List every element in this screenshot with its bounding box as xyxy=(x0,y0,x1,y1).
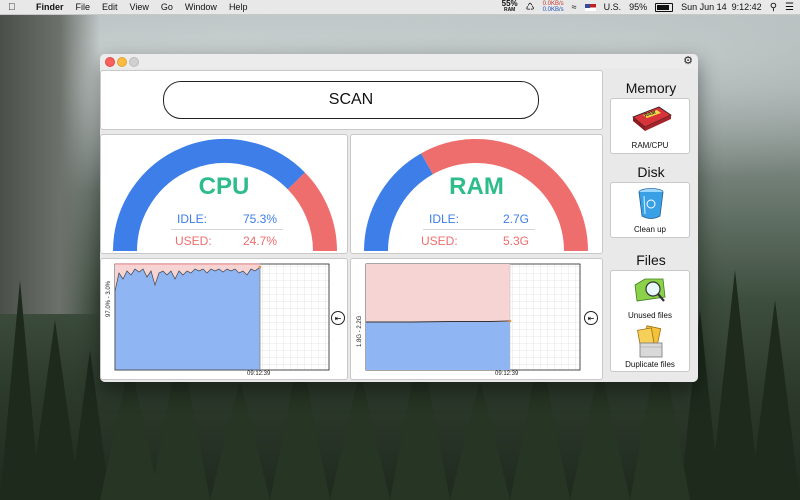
ram-label: RAM xyxy=(503,7,516,13)
clean-up-tool-button[interactable]: Clean up xyxy=(610,182,690,238)
status-area: 55% RAM ♺ 0.0KB/s 0.0KB/s ≈ U.S. 95% Sun… xyxy=(502,0,794,14)
unused-files-label[interactable]: Unused files xyxy=(611,311,689,320)
menu-bar:  Finder File Edit View Go Window Help 5… xyxy=(0,0,800,15)
scan-button[interactable]: SCAN xyxy=(163,81,539,119)
ram-history-panel: 1.8G - 2.2G 09:12:39 ⇤ xyxy=(350,258,603,380)
cpu-idle-label: IDLE: xyxy=(177,212,208,226)
zoom-window-button[interactable] xyxy=(129,57,139,67)
ram-used-value: 5.3G xyxy=(503,234,530,248)
menu-help[interactable]: Help xyxy=(229,2,248,12)
scan-panel: SCAN xyxy=(100,70,603,130)
ram-history-graph xyxy=(365,263,581,371)
unused-files-icon[interactable] xyxy=(633,275,667,305)
recycle-icon[interactable]: ♺ xyxy=(526,2,535,13)
duplicate-files-icon[interactable] xyxy=(635,325,667,359)
ram-title: RAM xyxy=(449,173,504,200)
cpu-graph-idle-series xyxy=(114,266,261,371)
notification-center-icon[interactable]: ☰ xyxy=(785,2,794,13)
tools-sidebar: Memory RAM RAM/CPU Disk Clean up Files U… xyxy=(606,70,696,380)
battery-icon[interactable] xyxy=(655,2,674,12)
memory-section-title: Memory xyxy=(625,80,677,96)
ram-cpu-tool-button[interactable]: RAM RAM/CPU xyxy=(610,98,690,154)
cpu-idle-value: 75.3% xyxy=(243,212,278,226)
network-speed-item[interactable]: 0.0KB/s 0.0KB/s xyxy=(543,1,564,13)
ram-graph-time-label: 09:12:39 xyxy=(495,371,519,377)
battery-percent[interactable]: 95% xyxy=(629,2,647,12)
duplicate-files-label[interactable]: Duplicate files xyxy=(611,360,689,369)
disk-section-title: Disk xyxy=(637,164,665,180)
ram-graph-idle-area xyxy=(366,322,510,370)
input-source[interactable]: U.S. xyxy=(604,2,622,12)
clean-up-tool-label: Clean up xyxy=(633,225,667,234)
clock[interactable]: Sun Jun 14 9:12:42 xyxy=(681,2,762,12)
apple-menu-icon[interactable]:  xyxy=(8,2,22,13)
ram-status-item[interactable]: 55% RAM xyxy=(502,0,518,13)
ram-divider xyxy=(423,229,535,230)
net-down-speed: 0.0KB/s xyxy=(542,7,564,13)
ram-chip-icon: RAM xyxy=(632,106,672,131)
spotlight-search-icon[interactable]: ⚲ xyxy=(770,2,777,13)
app-window: ⚙ SCAN CPU IDLE: 75.3% USED: 24.7% RAM I… xyxy=(100,54,698,382)
menu-view[interactable]: View xyxy=(130,2,149,12)
ram-gauge-panel: RAM IDLE: 2.7G USED: 5.3G xyxy=(350,134,603,254)
cpu-divider xyxy=(171,229,283,230)
cpu-used-value: 24.7% xyxy=(243,234,278,248)
menu-app-finder[interactable]: Finder xyxy=(36,2,64,12)
gear-icon[interactable]: ⚙ xyxy=(683,55,693,67)
ram-idle-label: IDLE: xyxy=(429,212,460,226)
cpu-graph-time-label: 09:12:39 xyxy=(247,371,271,377)
cpu-graph-collapse-button[interactable]: ⇤ xyxy=(331,311,345,325)
ram-graph-y-label: 1.8G - 2.2G xyxy=(357,315,363,347)
us-flag-icon xyxy=(584,3,596,11)
ram-graph-used-area xyxy=(366,264,510,322)
menu-go[interactable]: Go xyxy=(161,2,173,12)
menu-window[interactable]: Window xyxy=(185,2,217,12)
files-section-title: Files xyxy=(636,252,666,268)
menu-file[interactable]: File xyxy=(76,2,91,12)
cpu-history-graph xyxy=(114,263,330,371)
cpu-history-panel: 97.0% - 3.0% 09:12:39 ⇤ xyxy=(100,258,348,380)
wifi-icon[interactable]: ≈ xyxy=(572,2,577,12)
cpu-title: CPU xyxy=(198,173,250,200)
cpu-gauge-panel: CPU IDLE: 75.3% USED: 24.7% xyxy=(100,134,348,254)
menu-edit[interactable]: Edit xyxy=(102,2,118,12)
files-tool-group: Unused files Duplicate files xyxy=(610,270,690,372)
ram-graph-collapse-button[interactable]: ⇤ xyxy=(584,311,598,325)
ram-used-label: USED: xyxy=(421,234,458,248)
cpu-used-label: USED: xyxy=(175,234,212,248)
close-window-button[interactable] xyxy=(105,57,115,67)
ram-cpu-tool-label: RAM/CPU xyxy=(631,141,669,150)
minimize-window-button[interactable] xyxy=(117,57,127,67)
cpu-graph-y-label: 97.0% - 3.0% xyxy=(106,280,112,317)
ram-idle-value: 2.7G xyxy=(503,212,530,226)
trash-bin-icon xyxy=(638,188,664,219)
title-bar[interactable]: ⚙ xyxy=(100,54,698,68)
